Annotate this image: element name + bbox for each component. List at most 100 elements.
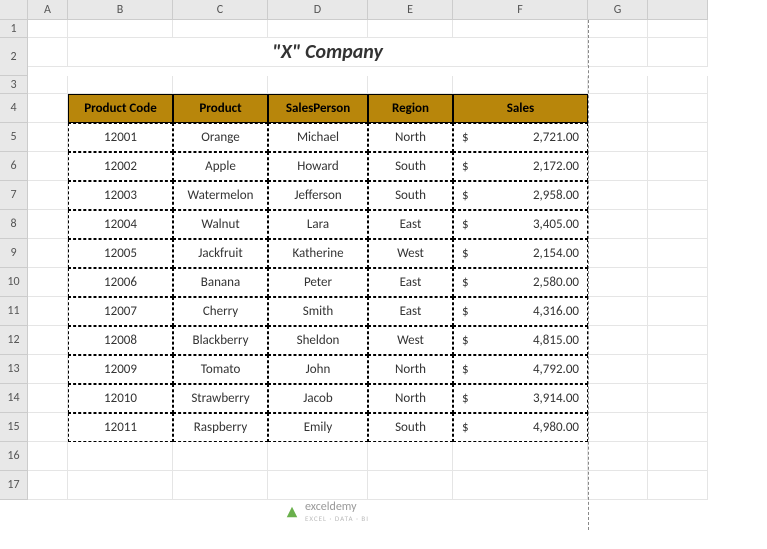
cell-G11[interactable] [588, 297, 648, 326]
data-sales-0[interactable]: $2,721.00 [453, 123, 588, 152]
data-sales-7[interactable]: $4,815.00 [453, 326, 588, 355]
cell-D1[interactable] [268, 20, 368, 38]
data-product-3[interactable]: Walnut [173, 210, 268, 239]
cell-A17[interactable] [28, 471, 68, 500]
row-header-10[interactable]: 10 [0, 268, 28, 297]
data-code-7[interactable]: 12008 [68, 326, 173, 355]
cell-A14[interactable] [28, 384, 68, 413]
data-salesperson-6[interactable]: Smith [268, 297, 368, 326]
cell-B17[interactable] [68, 471, 173, 500]
col-header-C[interactable]: C [173, 0, 268, 20]
cell-D3[interactable] [268, 76, 368, 94]
data-region-6[interactable]: East [368, 297, 453, 326]
data-salesperson-1[interactable]: Howard [268, 152, 368, 181]
data-salesperson-5[interactable]: Peter [268, 268, 368, 297]
cell-F3[interactable] [453, 76, 588, 94]
cell-E16[interactable] [368, 442, 453, 471]
cell-G17[interactable] [588, 471, 648, 500]
row-header-16[interactable]: 16 [0, 442, 28, 471]
cell-G6[interactable] [588, 152, 648, 181]
cell-D17[interactable] [268, 471, 368, 500]
cell-E17[interactable] [368, 471, 453, 500]
cell-G7[interactable] [588, 181, 648, 210]
cell-H12[interactable] [648, 326, 708, 355]
row-header-8[interactable]: 8 [0, 210, 28, 239]
col-header-F[interactable]: F [453, 0, 588, 20]
cell-C16[interactable] [173, 442, 268, 471]
data-salesperson-7[interactable]: Sheldon [268, 326, 368, 355]
data-code-8[interactable]: 12009 [68, 355, 173, 384]
data-sales-2[interactable]: $2,958.00 [453, 181, 588, 210]
cell-B3[interactable] [68, 76, 173, 94]
cell-H7[interactable] [648, 181, 708, 210]
cell-G12[interactable] [588, 326, 648, 355]
cell-17[interactable] [648, 471, 708, 500]
cell-E3[interactable] [368, 76, 453, 94]
cell-A2[interactable] [28, 38, 68, 67]
cell-A3[interactable] [28, 76, 68, 94]
data-product-6[interactable]: Cherry [173, 297, 268, 326]
cell-F16[interactable] [453, 442, 588, 471]
data-product-2[interactable]: Watermelon [173, 181, 268, 210]
col-header-D[interactable]: D [268, 0, 368, 20]
cell-G9[interactable] [588, 239, 648, 268]
data-region-1[interactable]: South [368, 152, 453, 181]
cell-G2[interactable] [588, 38, 648, 67]
row-header-7[interactable]: 7 [0, 181, 28, 210]
cell-A9[interactable] [28, 239, 68, 268]
data-sales-8[interactable]: $4,792.00 [453, 355, 588, 384]
cell-H8[interactable] [648, 210, 708, 239]
data-product-1[interactable]: Apple [173, 152, 268, 181]
cell-G5[interactable] [588, 123, 648, 152]
col-header-E[interactable]: E [368, 0, 453, 20]
row-header-13[interactable]: 13 [0, 355, 28, 384]
data-code-10[interactable]: 12011 [68, 413, 173, 442]
cell-B16[interactable] [68, 442, 173, 471]
data-product-0[interactable]: Orange [173, 123, 268, 152]
data-sales-3[interactable]: $3,405.00 [453, 210, 588, 239]
data-code-2[interactable]: 12003 [68, 181, 173, 210]
data-region-4[interactable]: West [368, 239, 453, 268]
cell-A8[interactable] [28, 210, 68, 239]
cell-F17[interactable] [453, 471, 588, 500]
cell-H4[interactable] [648, 94, 708, 123]
data-region-10[interactable]: South [368, 413, 453, 442]
cell-E1[interactable] [368, 20, 453, 38]
cell-G8[interactable] [588, 210, 648, 239]
data-product-4[interactable]: Jackfruit [173, 239, 268, 268]
row-header-1[interactable]: 1 [0, 20, 28, 38]
data-product-7[interactable]: Blackberry [173, 326, 268, 355]
cell-C3[interactable] [173, 76, 268, 94]
cell-A16[interactable] [28, 442, 68, 471]
cell-G10[interactable] [588, 268, 648, 297]
cell-C1[interactable] [173, 20, 268, 38]
data-region-0[interactable]: North [368, 123, 453, 152]
row-header-9[interactable]: 9 [0, 239, 28, 268]
row-header-6[interactable]: 6 [0, 152, 28, 181]
data-code-5[interactable]: 12006 [68, 268, 173, 297]
row-header-11[interactable]: 11 [0, 297, 28, 326]
cell-H9[interactable] [648, 239, 708, 268]
data-region-8[interactable]: North [368, 355, 453, 384]
data-salesperson-0[interactable]: Michael [268, 123, 368, 152]
col-header-B[interactable]: B [68, 0, 173, 20]
data-region-5[interactable]: East [368, 268, 453, 297]
col-header-corner[interactable] [648, 0, 708, 20]
data-code-0[interactable]: 12001 [68, 123, 173, 152]
cell-A12[interactable] [28, 326, 68, 355]
data-code-4[interactable]: 12005 [68, 239, 173, 268]
cell-G14[interactable] [588, 384, 648, 413]
data-sales-5[interactable]: $2,580.00 [453, 268, 588, 297]
row-header-12[interactable]: 12 [0, 326, 28, 355]
row-header-15[interactable]: 15 [0, 413, 28, 442]
row-header-4[interactable]: 4 [0, 94, 28, 123]
col-header-G[interactable]: G [588, 0, 648, 20]
row-header-14[interactable]: 14 [0, 384, 28, 413]
cell-A10[interactable] [28, 268, 68, 297]
col-header-corner[interactable] [0, 0, 28, 20]
cell-B1[interactable] [68, 20, 173, 38]
col-header-A[interactable]: A [28, 0, 68, 20]
cell-A1[interactable] [28, 20, 68, 38]
cell-G1[interactable] [588, 20, 648, 38]
data-region-2[interactable]: South [368, 181, 453, 210]
